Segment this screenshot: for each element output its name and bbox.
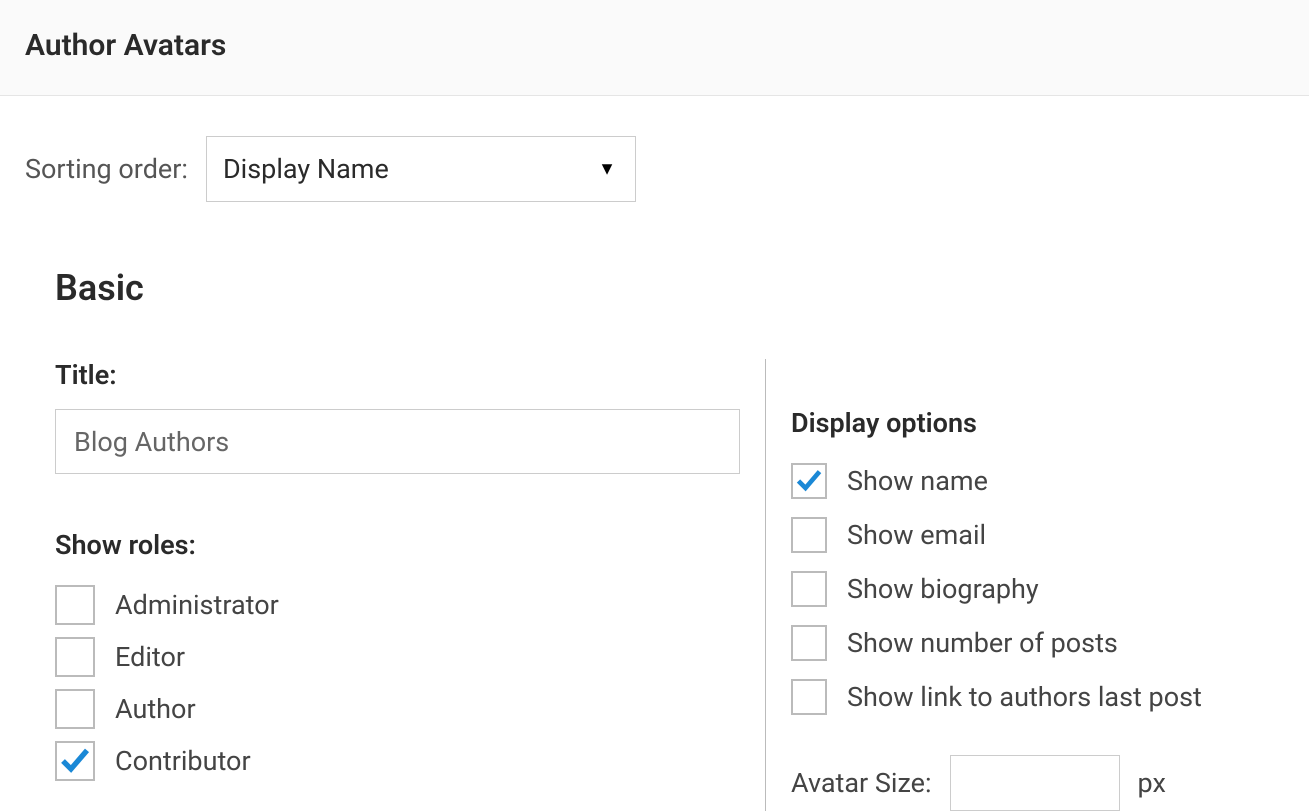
display-options-heading: Display options [791, 407, 1284, 439]
sorting-order-select[interactable]: Display Name [206, 136, 636, 202]
role-checkbox-administrator[interactable] [55, 585, 95, 625]
avatar-size-unit: px [1138, 767, 1166, 799]
columns: Title: Show roles: Administrator Editor [55, 359, 1284, 811]
display-label-show-link-last-post[interactable]: Show link to authors last post [847, 681, 1202, 713]
title-input[interactable] [55, 409, 740, 474]
section-heading-basic: Basic [55, 267, 1284, 309]
role-label-contributor[interactable]: Contributor [115, 745, 251, 777]
role-label-administrator[interactable]: Administrator [115, 589, 279, 621]
role-checkbox-contributor[interactable] [55, 741, 95, 781]
display-row-show-biography: Show biography [791, 571, 1284, 607]
role-checkbox-author[interactable] [55, 689, 95, 729]
display-label-show-email[interactable]: Show email [847, 519, 986, 551]
role-label-author[interactable]: Author [115, 693, 196, 725]
display-checkbox-show-link-last-post[interactable] [791, 679, 827, 715]
checkmark-icon [59, 745, 91, 777]
title-field-label: Title: [55, 359, 745, 391]
widget-title: Author Avatars [25, 28, 1284, 63]
widget-content: Sorting order: Display Name ▼ Basic Titl… [0, 96, 1309, 811]
column-right: Display options Show name Show email [791, 359, 1284, 811]
display-checkbox-show-biography[interactable] [791, 571, 827, 607]
role-checkbox-editor[interactable] [55, 637, 95, 677]
roles-list: Administrator Editor Author [55, 585, 745, 781]
display-row-show-posts: Show number of posts [791, 625, 1284, 661]
avatar-size-input[interactable] [950, 755, 1120, 811]
widget-header: Author Avatars [0, 0, 1309, 96]
sorting-order-row: Sorting order: Display Name ▼ [25, 136, 1284, 202]
sorting-order-label: Sorting order: [25, 153, 188, 185]
column-divider [765, 359, 766, 811]
show-roles-heading: Show roles: [55, 529, 745, 561]
role-row-contributor: Contributor [55, 741, 745, 781]
display-checkbox-show-posts[interactable] [791, 625, 827, 661]
avatar-size-label: Avatar Size: [791, 767, 932, 799]
avatar-size-row: Avatar Size: px [791, 755, 1284, 811]
display-options-list: Show name Show email Show biography [791, 463, 1284, 715]
display-label-show-biography[interactable]: Show biography [847, 573, 1039, 605]
role-row-author: Author [55, 689, 745, 729]
display-row-show-name: Show name [791, 463, 1284, 499]
display-row-show-email: Show email [791, 517, 1284, 553]
role-row-editor: Editor [55, 637, 745, 677]
sorting-order-select-wrap: Display Name ▼ [206, 136, 636, 202]
column-left: Title: Show roles: Administrator Editor [55, 359, 765, 811]
display-checkbox-show-email[interactable] [791, 517, 827, 553]
display-label-show-posts[interactable]: Show number of posts [847, 627, 1118, 659]
role-row-administrator: Administrator [55, 585, 745, 625]
role-label-editor[interactable]: Editor [115, 641, 185, 673]
checkmark-icon [795, 467, 823, 495]
display-label-show-name[interactable]: Show name [847, 465, 988, 497]
display-checkbox-show-name[interactable] [791, 463, 827, 499]
display-row-show-link-last-post: Show link to authors last post [791, 679, 1284, 715]
